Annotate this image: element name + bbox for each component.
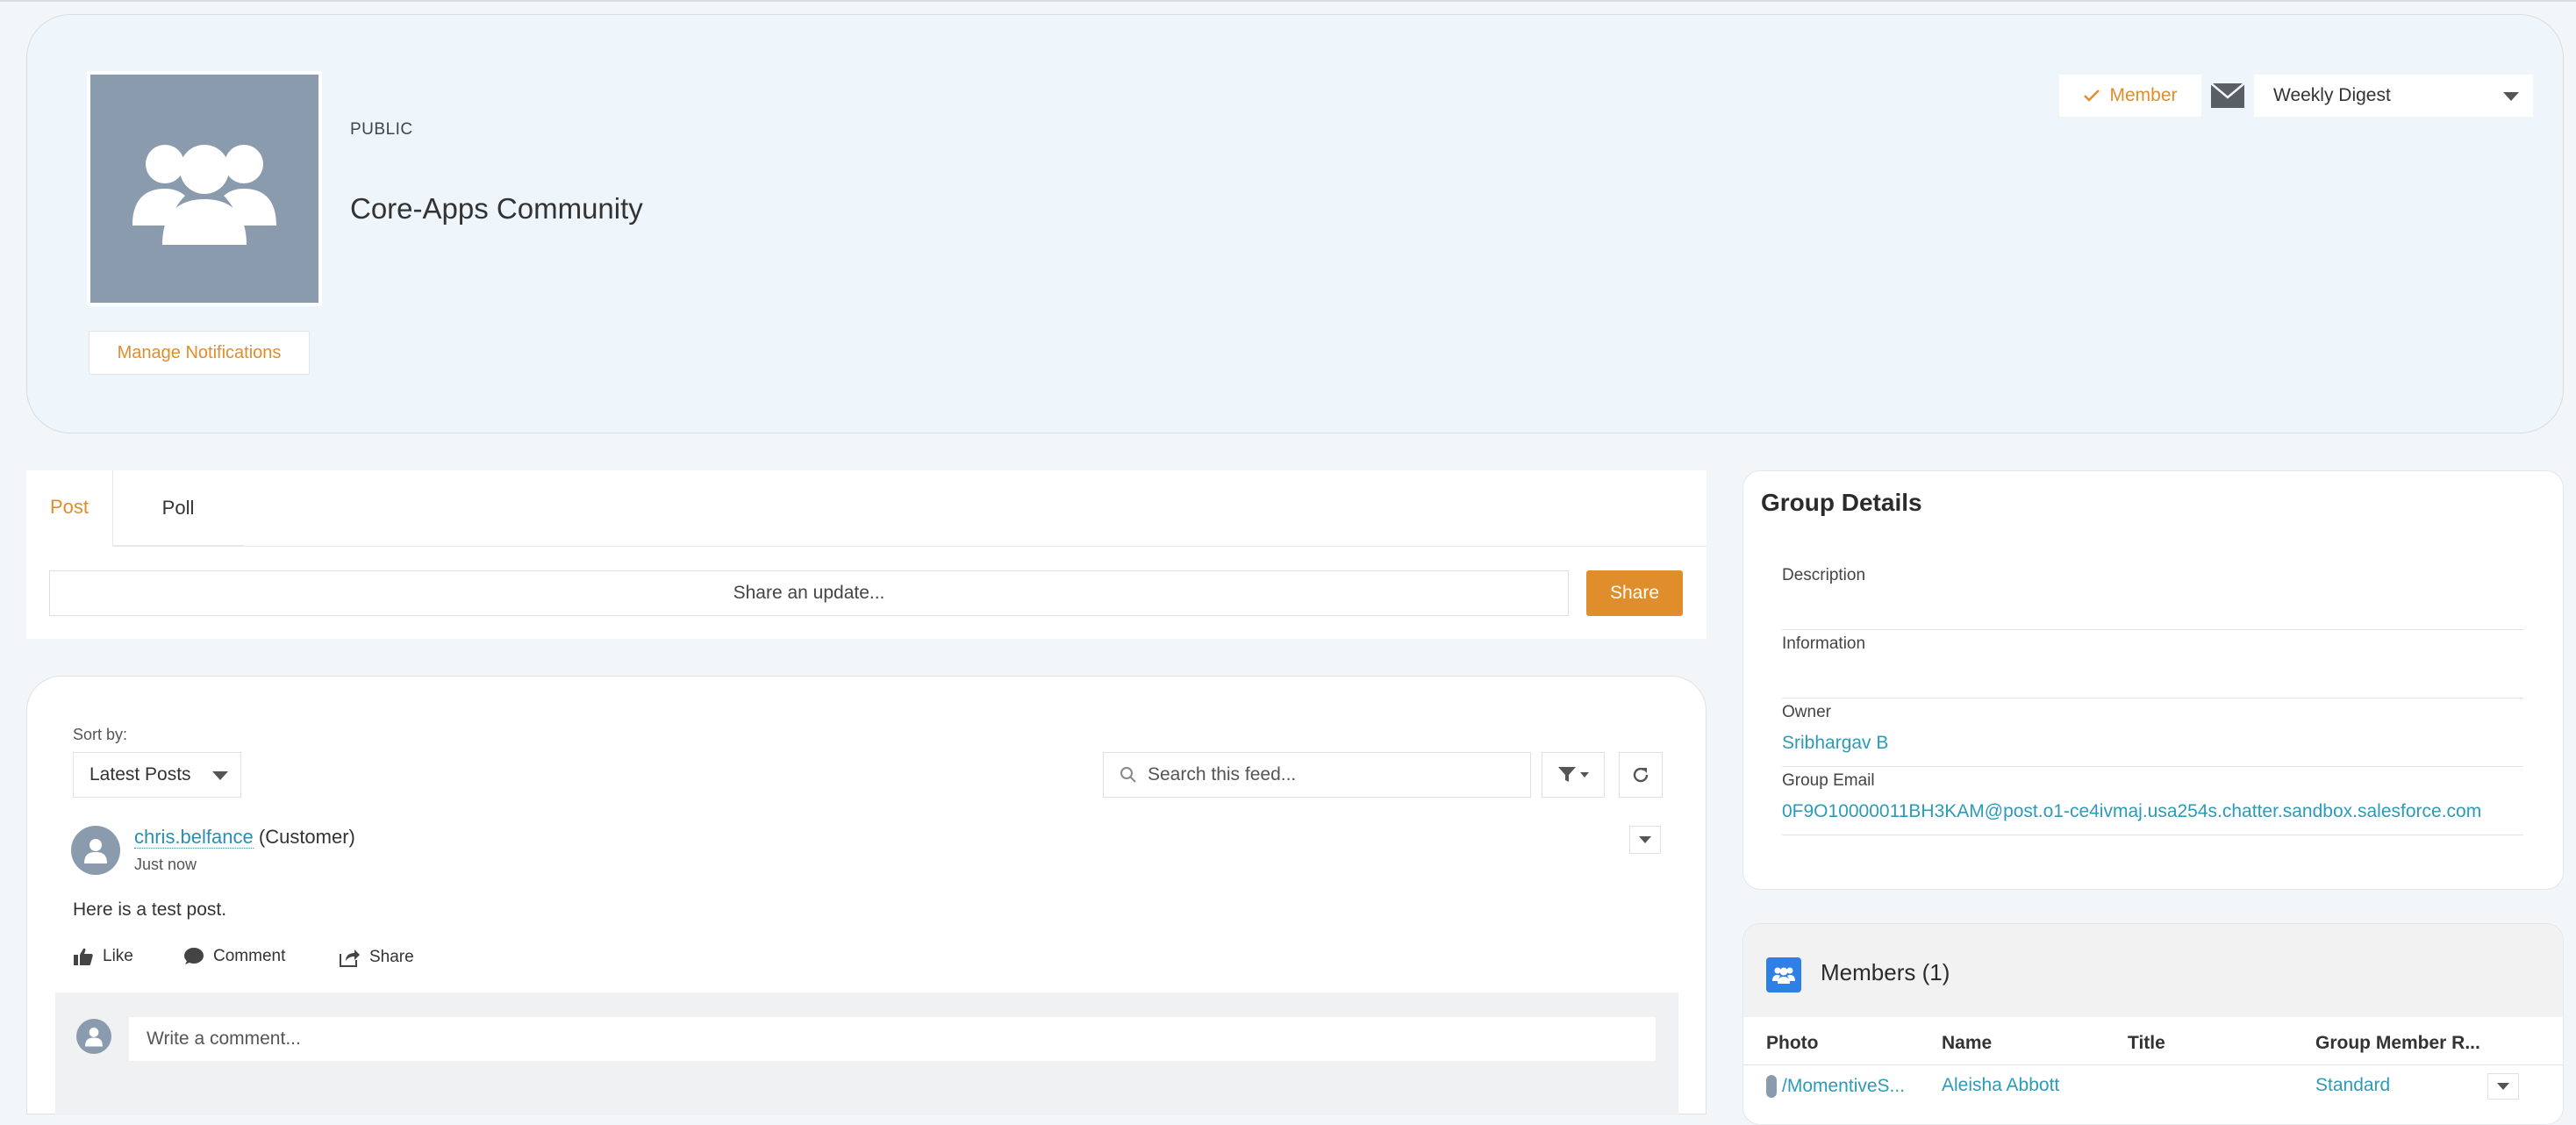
description-field: Description xyxy=(1782,566,2523,630)
sort-label: Sort by: xyxy=(73,726,128,743)
avatar[interactable] xyxy=(71,826,120,875)
field-label: Information xyxy=(1782,634,1866,653)
user-icon xyxy=(84,839,107,863)
chevron-down-icon xyxy=(1639,836,1651,843)
chevron-down-icon xyxy=(1580,772,1589,777)
post-author: chris.belfance (Customer) xyxy=(134,826,355,849)
post-menu-button[interactable] xyxy=(1629,826,1661,854)
mail-icon xyxy=(2210,82,2245,108)
chevron-down-icon xyxy=(212,771,228,780)
member-name-link[interactable]: Aleisha Abbott xyxy=(1942,1075,2059,1096)
member-role-link[interactable]: Standard xyxy=(2315,1075,2390,1096)
share-button[interactable]: Share xyxy=(1586,570,1683,616)
group-people-icon xyxy=(1772,967,1795,984)
tab-post[interactable]: Post xyxy=(26,470,112,546)
chevron-down-icon xyxy=(2503,92,2519,101)
page-title: Core-Apps Community xyxy=(350,192,643,225)
search-placeholder: Search this feed... xyxy=(1148,764,1297,785)
publisher: Post Poll Share an update... Share xyxy=(26,470,1707,639)
feed: Sort by: Latest Posts Search this feed..… xyxy=(26,676,1707,1115)
author-link[interactable]: chris.belfance xyxy=(134,826,254,849)
field-label: Description xyxy=(1782,566,1866,584)
group-visibility-label: PUBLIC xyxy=(350,120,413,139)
refresh-button[interactable] xyxy=(1619,752,1663,798)
search-icon xyxy=(1120,767,1136,783)
digest-value: Weekly Digest xyxy=(2273,85,2391,105)
members-icon xyxy=(1766,957,1801,992)
filter-button[interactable] xyxy=(1542,752,1605,798)
avatar xyxy=(1766,1075,1777,1098)
owner-link[interactable]: Sribhargav B xyxy=(1782,733,2523,754)
checkmark-icon xyxy=(2084,90,2100,102)
comment-button[interactable]: Comment xyxy=(182,947,285,966)
share-post-button[interactable]: Share xyxy=(338,947,414,968)
information-field: Information xyxy=(1782,634,2523,699)
member-photo-cell[interactable]: /MomentiveS... xyxy=(1766,1075,1905,1098)
group-people-icon xyxy=(132,145,276,245)
manage-notifications-button[interactable]: Manage Notifications xyxy=(89,331,310,375)
row-menu-button[interactable] xyxy=(2487,1073,2519,1100)
column-header-title[interactable]: Title xyxy=(2128,1033,2165,1054)
share-update-input[interactable]: Share an update... xyxy=(49,570,1569,616)
comment-area: Write a comment... xyxy=(55,992,1678,1115)
sort-select[interactable]: Latest Posts xyxy=(73,752,241,798)
email-digest-select[interactable]: Weekly Digest xyxy=(2254,75,2533,117)
thumbs-up-icon xyxy=(74,948,93,965)
group-details-title: Group Details xyxy=(1761,489,1922,516)
field-label: Owner xyxy=(1782,703,1831,721)
like-button[interactable]: Like xyxy=(73,947,133,966)
members-title[interactable]: Members (1) xyxy=(1821,959,1950,986)
group-header-card: Manage Notifications PUBLIC Core-Apps Co… xyxy=(26,14,2564,434)
tab-poll[interactable]: Poll xyxy=(112,470,244,546)
comment-input[interactable]: Write a comment... xyxy=(129,1017,1656,1061)
members-header: Members (1) xyxy=(1743,924,2563,1017)
group-photo xyxy=(87,71,322,306)
column-header-role[interactable]: Group Member R... xyxy=(2315,1033,2480,1054)
comment-icon xyxy=(184,948,204,964)
members-card: Members (1) Photo Name Title Group Membe… xyxy=(1742,923,2564,1125)
member-photo-link[interactable]: /MomentiveS... xyxy=(1782,1076,1905,1097)
avatar xyxy=(76,1019,111,1054)
sort-value: Latest Posts xyxy=(89,764,191,785)
group-details-card: Group Details Description Information Ow… xyxy=(1742,470,2564,890)
chevron-down-icon xyxy=(2497,1083,2509,1090)
post-timestamp[interactable]: Just now xyxy=(134,856,197,874)
group-email-link[interactable]: 0F9O10000011BH3KAM@post.o1-ce4ivmaj.usa2… xyxy=(1782,801,2523,822)
author-type: (Customer) xyxy=(258,826,355,848)
feed-search-input[interactable]: Search this feed... xyxy=(1103,752,1531,798)
like-label: Like xyxy=(103,947,133,965)
field-label: Group Email xyxy=(1782,771,1875,790)
share-post-label: Share xyxy=(369,948,414,966)
refresh-icon xyxy=(1633,767,1649,783)
tab-rule xyxy=(112,546,1707,547)
group-email-field: Group Email 0F9O10000011BH3KAM@post.o1-c… xyxy=(1782,771,2523,835)
share-icon xyxy=(340,949,360,967)
member-button[interactable]: Member xyxy=(2059,75,2201,117)
owner-field: Owner Sribhargav B xyxy=(1782,703,2523,767)
top-border xyxy=(0,0,2576,2)
filter-icon xyxy=(1558,767,1576,782)
row-divider xyxy=(1743,1064,2563,1065)
user-icon xyxy=(85,1028,103,1047)
column-header-photo: Photo xyxy=(1766,1033,1819,1053)
post-body: Here is a test post. xyxy=(73,899,227,920)
member-label: Member xyxy=(2109,85,2178,105)
column-header-name[interactable]: Name xyxy=(1942,1033,1992,1054)
comment-label: Comment xyxy=(213,947,286,965)
